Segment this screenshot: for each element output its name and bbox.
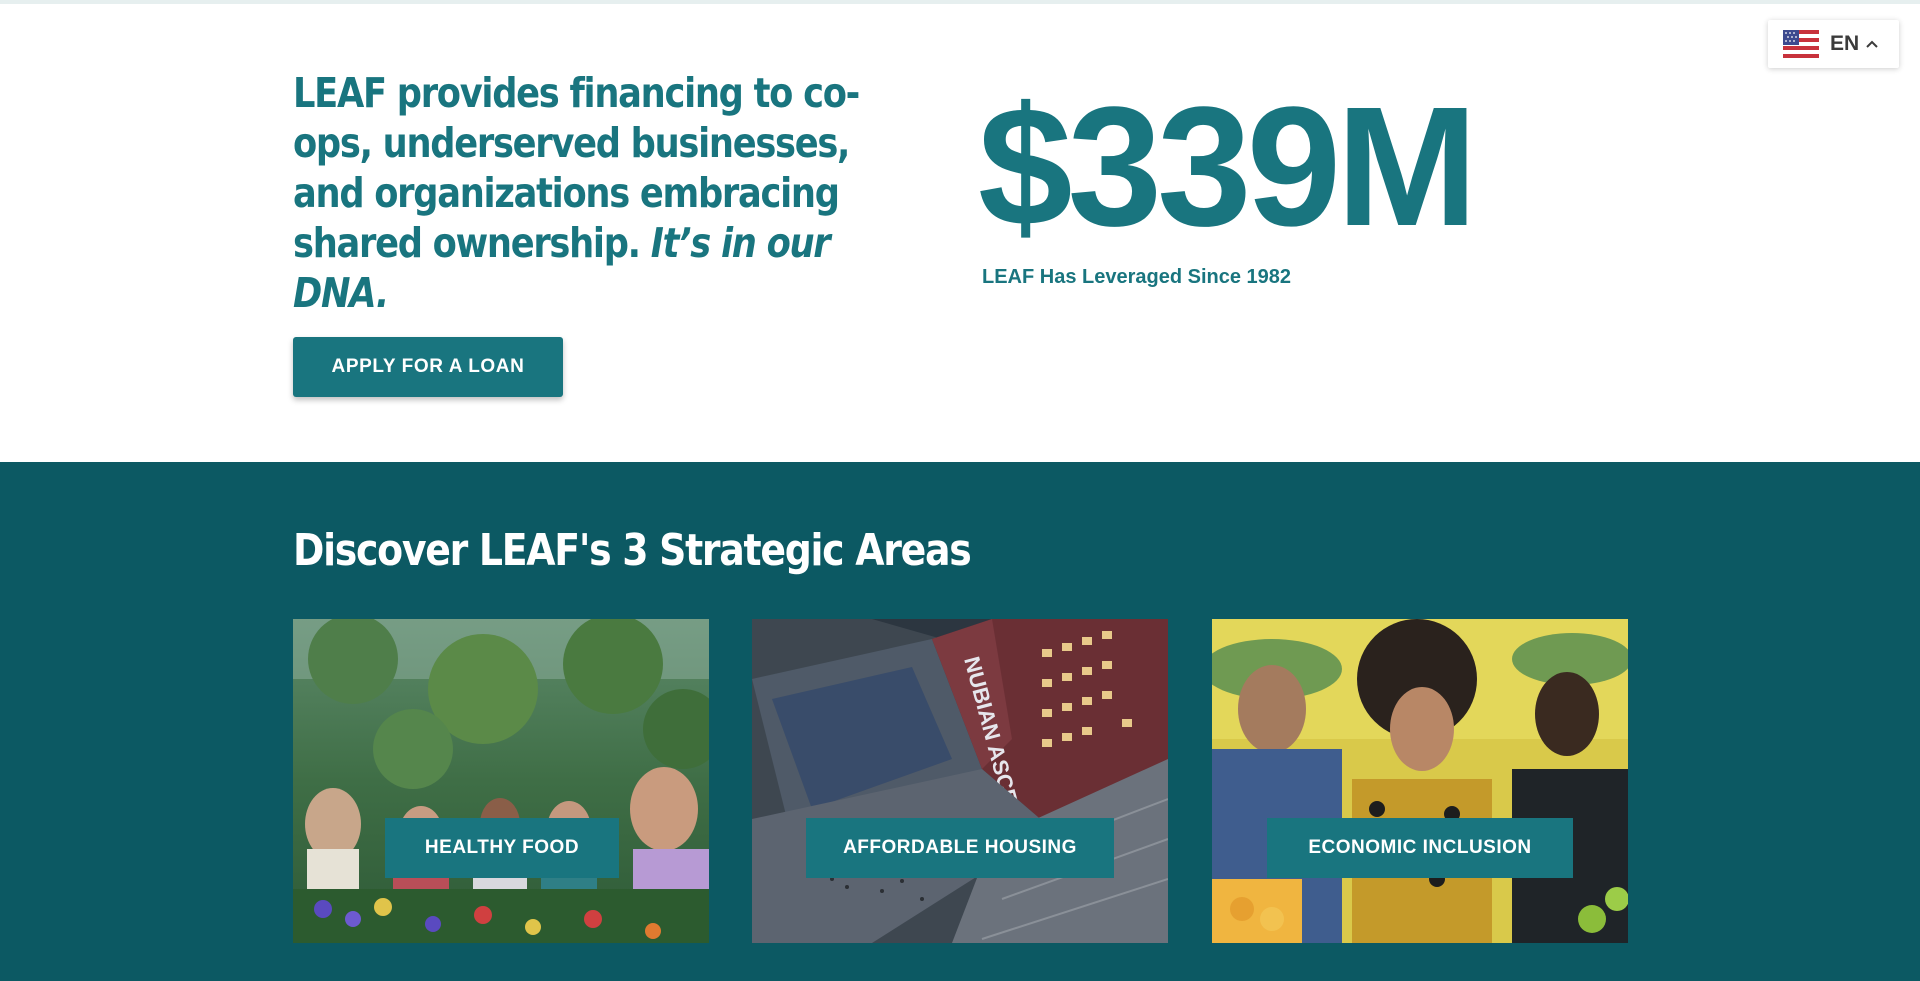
hero-section: LEAF provides financing to co-ops, under… [0,4,1920,462]
leveraged-caption: LEAF Has Leveraged Since 1982 [982,266,1292,288]
chevron-up-icon [1866,40,1878,48]
strategic-areas-title: Discover LEAF's 3 Strategic Areas [293,525,972,576]
healthy-food-label[interactable]: HEALTHY FOOD [385,818,619,878]
language-selector[interactable]: EN [1768,20,1899,68]
affordable-housing-image: NUBIAN ASCENDS [752,619,1168,943]
healthy-food-image [293,619,709,943]
healthy-food-card[interactable]: HEALTHY FOOD [293,619,709,943]
leveraged-amount: $339M [978,72,1478,262]
affordable-housing-card[interactable]: NUBIAN ASCENDS AFFORDABLE HOUSING [752,619,1168,943]
affordable-housing-label[interactable]: AFFORDABLE HOUSING [806,818,1114,878]
strategic-areas-section: Discover LEAF's 3 Strategic Areas HEALTH… [0,462,1920,981]
hero-heading: LEAF provides financing to co-ops, under… [293,68,861,318]
us-flag-icon [1783,30,1819,58]
language-code: EN [1830,32,1860,55]
apply-for-loan-button[interactable]: APPLY FOR A LOAN [293,337,563,397]
economic-inclusion-label[interactable]: ECONOMIC INCLUSION [1267,818,1573,878]
economic-inclusion-card[interactable]: ECONOMIC INCLUSION [1212,619,1628,943]
economic-inclusion-image [1212,619,1628,943]
